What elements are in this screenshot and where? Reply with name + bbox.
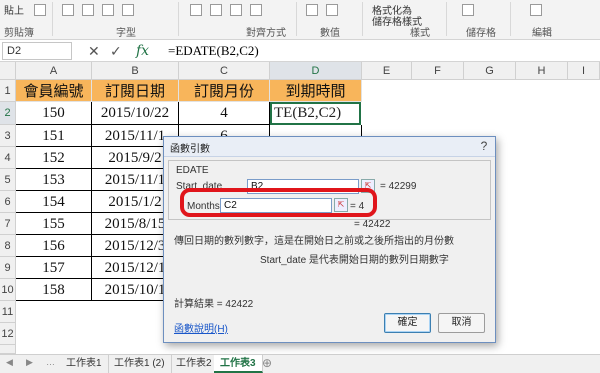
align-right-icon[interactable]	[230, 4, 242, 16]
col-header-e[interactable]: E	[362, 62, 412, 80]
name-box[interactable]: D2	[2, 42, 72, 60]
col-header-f[interactable]: F	[412, 62, 464, 80]
row-header-9[interactable]: 9	[0, 257, 16, 279]
select-all-corner[interactable]	[0, 62, 16, 80]
function-description: 傳回日期的數列數字，這是在開始日之前或之後所指出的月份數	[174, 236, 454, 247]
cut-icon[interactable]	[34, 4, 46, 16]
col-header-h[interactable]: H	[516, 62, 568, 80]
next-sheet-icon[interactable]: ▶	[26, 357, 33, 368]
row-header-12[interactable]: 12	[0, 323, 16, 345]
percent-icon[interactable]	[306, 4, 318, 16]
cell-a3[interactable]: 151	[16, 125, 92, 147]
dialog-title: 函數引數	[170, 144, 210, 155]
cell-b2[interactable]: 2015/10/22	[92, 102, 179, 125]
cancel-entry-icon[interactable]: ✕	[88, 42, 100, 60]
calculation-result: 計算結果 = 42422	[174, 299, 254, 310]
help-icon[interactable]: ?	[476, 139, 492, 154]
align-left-icon[interactable]	[190, 4, 202, 16]
col-header-g[interactable]: G	[464, 62, 516, 80]
font-color-icon[interactable]	[122, 4, 134, 16]
cell-a9[interactable]: 157	[16, 257, 92, 279]
row-header-10[interactable]: 10	[0, 279, 16, 301]
row-header-7[interactable]: 7	[0, 213, 16, 235]
col-header-b[interactable]: B	[92, 62, 179, 80]
cell-c2[interactable]: 4	[179, 102, 270, 125]
tab-sheet1[interactable]: 工作表1	[60, 355, 109, 373]
row-header-3[interactable]: 3	[0, 125, 16, 147]
highlight-ring	[180, 188, 377, 217]
group-clipboard: 剪貼簿	[4, 28, 34, 39]
row-header-6[interactable]: 6	[0, 191, 16, 213]
cell-a10[interactable]: 158	[16, 279, 92, 301]
row-header-8[interactable]: 8	[0, 235, 16, 257]
confirm-entry-icon[interactable]: ✓	[110, 42, 122, 60]
ribbon: 貼上 剪貼簿 字型 對齊方式 數值 格式化為 儲存格樣式 樣式 儲存格 編輯	[0, 0, 600, 40]
header-cell-expiry[interactable]: 到期時間	[270, 80, 362, 102]
function-name: EDATE	[176, 165, 209, 176]
cell-a8[interactable]: 156	[16, 235, 92, 257]
cancel-button[interactable]: 取消	[438, 313, 485, 333]
cell-a7[interactable]: 155	[16, 213, 92, 235]
prev-sheet-icon[interactable]: ◀	[6, 357, 13, 368]
paste-button[interactable]: 貼上	[4, 2, 24, 17]
cell-a6[interactable]: 154	[16, 191, 92, 213]
tab-sheet3[interactable]: 工作表3	[214, 355, 263, 373]
group-number: 數值	[320, 28, 340, 39]
formula-bar: D2 ✕ ✓ fx =EDATE(B2,C2)	[0, 40, 600, 62]
dialog-titlebar[interactable]: 函數引數 ?	[164, 137, 495, 157]
formula-input[interactable]: =EDATE(B2,C2)	[168, 42, 259, 60]
group-font: 字型	[116, 28, 136, 39]
group-editing: 編輯	[532, 28, 552, 39]
align-center-icon[interactable]	[210, 4, 222, 16]
ok-button[interactable]: 確定	[384, 313, 431, 333]
tab-sheet1-copy[interactable]: 工作表1 (2)	[108, 355, 172, 373]
underline-icon[interactable]	[62, 4, 74, 16]
function-arguments-dialog: 函數引數 ? EDATE Start_date B2 ⇱ = 42299 Mon…	[163, 136, 496, 343]
col-header-d[interactable]: D	[270, 62, 362, 80]
add-sheet-icon[interactable]: ⊕	[262, 356, 272, 370]
cell-a4[interactable]: 152	[16, 147, 92, 169]
row-header-5[interactable]: 5	[0, 169, 16, 191]
group-cells: 儲存格	[466, 28, 496, 39]
cell-d2-active[interactable]: TE(B2,C2)	[270, 102, 361, 125]
sheet-tab-bar: ◀ ▶ … 工作表1 工作表1 (2) 工作表2 工作表3 ⊕	[0, 354, 600, 373]
border-icon[interactable]	[82, 4, 94, 16]
row-header-2[interactable]: 2	[0, 102, 16, 125]
tab-sheet2[interactable]: 工作表2	[170, 355, 219, 373]
indent-icon[interactable]	[250, 4, 262, 16]
fill-color-icon[interactable]	[102, 4, 114, 16]
row-header-4[interactable]: 4	[0, 147, 16, 169]
row-header-11[interactable]: 11	[0, 301, 16, 323]
group-alignment: 對齊方式	[246, 28, 286, 39]
col-header-a[interactable]: A	[16, 62, 92, 80]
header-cell-subscribe-months[interactable]: 訂閱月份	[179, 80, 270, 102]
row-header-1[interactable]: 1	[0, 80, 16, 102]
insert-cells-icon[interactable]	[462, 4, 474, 16]
cell-a5[interactable]: 153	[16, 169, 92, 191]
header-cell-subscribe-date[interactable]: 訂閱日期	[92, 80, 179, 102]
more-sheets-icon[interactable]: …	[46, 357, 55, 367]
col-header-c[interactable]: C	[179, 62, 270, 80]
cell-a2[interactable]: 150	[16, 102, 92, 125]
formula-total-result: = 42422	[354, 219, 391, 230]
function-help-link[interactable]: 函數說明(H)	[174, 320, 228, 335]
group-styles: 樣式	[410, 28, 430, 39]
decimal-icon[interactable]	[326, 4, 338, 16]
header-cell-member-id[interactable]: 會員編號	[16, 80, 92, 102]
col-header-i[interactable]: I	[568, 62, 600, 80]
row-header-13[interactable]	[0, 345, 16, 354]
start-date-result: = 42299	[380, 181, 417, 192]
sort-filter-icon[interactable]	[530, 4, 542, 16]
argument-description: Start_date 是代表開始日期的數列日期數字	[260, 255, 449, 266]
insert-function-icon[interactable]: fx	[136, 42, 149, 60]
